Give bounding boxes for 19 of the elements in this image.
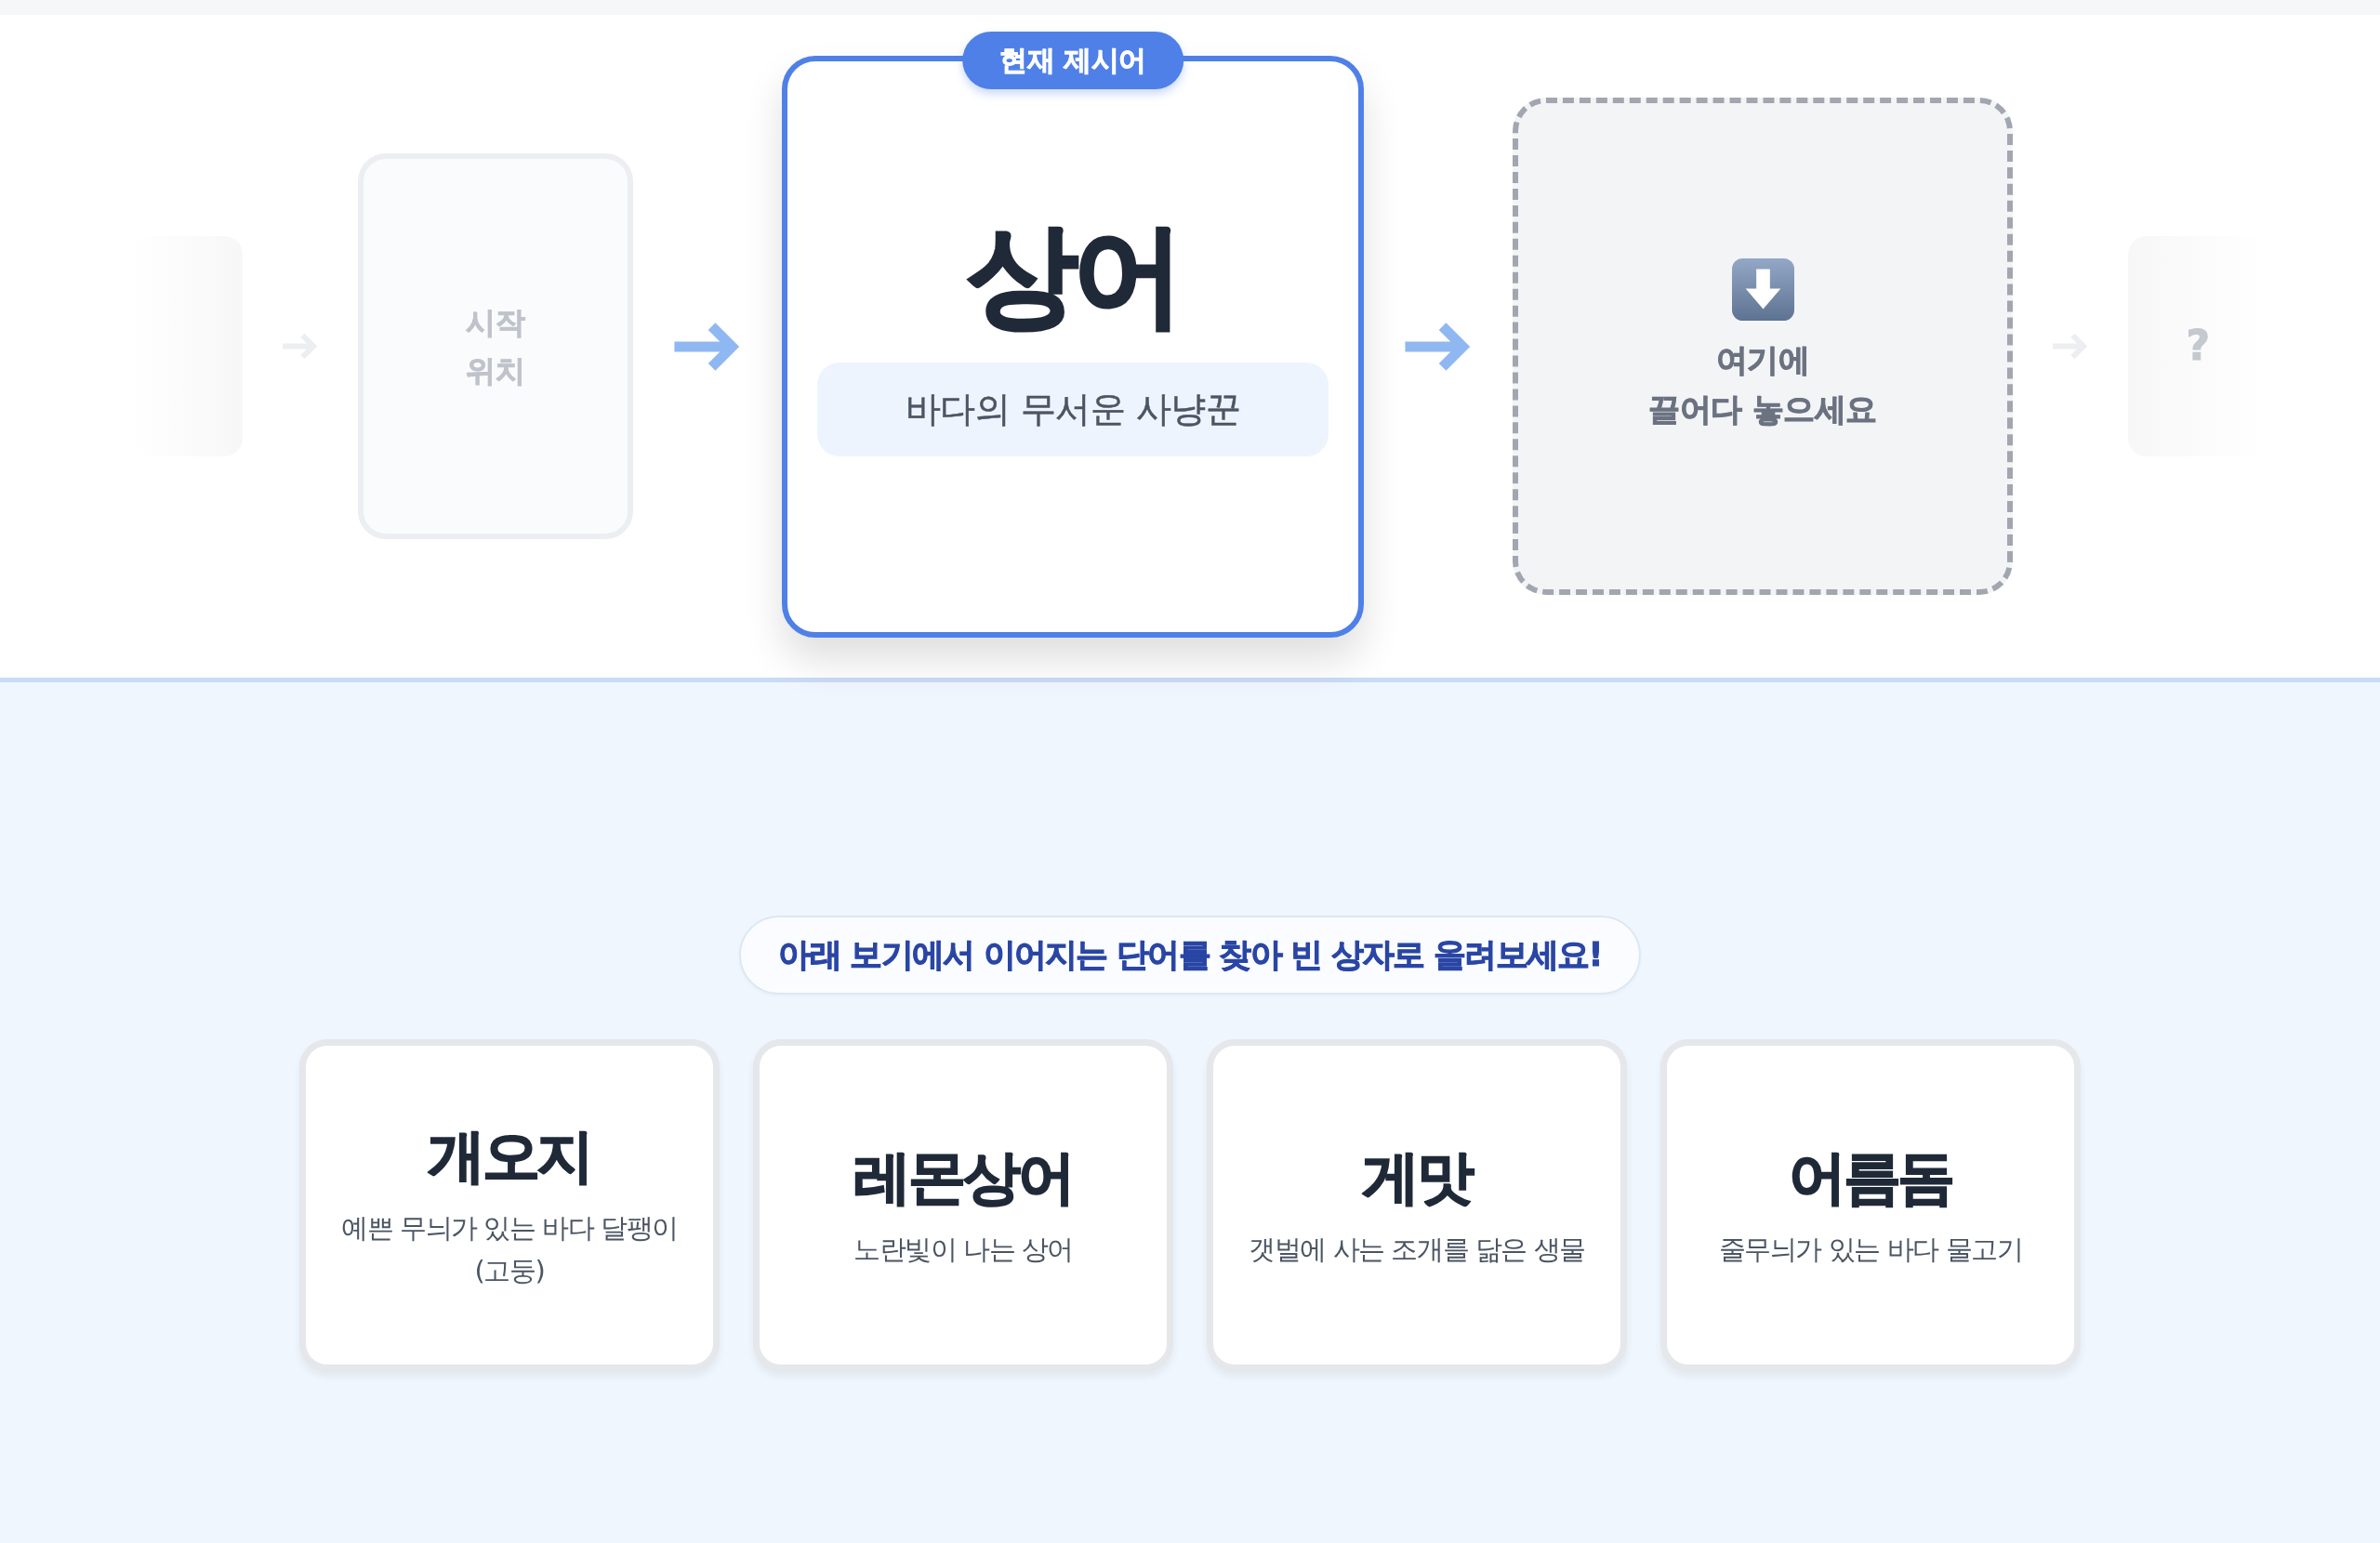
word-title: 게맛 bbox=[1362, 1141, 1472, 1213]
word-card[interactable]: 어름돔 줄무늬가 있는 바다 물고기 bbox=[1660, 1039, 2081, 1371]
word-title: 개오지 bbox=[427, 1120, 592, 1192]
question-mark: ? bbox=[2186, 322, 2210, 371]
word-card[interactable]: 레몬상어 노란빛이 나는 상어 bbox=[753, 1039, 1173, 1371]
word-card[interactable]: 게맛 갯벌에 사는 조개를 닮은 생물 bbox=[1207, 1039, 1627, 1371]
current-word: 상어 bbox=[967, 208, 1179, 341]
current-badge: 현재 제시어 bbox=[962, 31, 1183, 89]
word-hint: 바다의 무서운 사냥꾼 bbox=[817, 362, 1329, 456]
instruction-banner: 아래 보기에서 이어지는 단어를 찾아 빈 상자로 올려보세요! bbox=[739, 916, 1641, 995]
word-title: 레몬상어 bbox=[853, 1141, 1073, 1213]
word-description: 줄무늬가 있는 바다 물고기 bbox=[1718, 1232, 2023, 1267]
word-description: 예쁜 무늬가 있는 바다 달팽이 (고둥) bbox=[340, 1210, 679, 1288]
word-description: 노란빛이 나는 상어 bbox=[853, 1232, 1073, 1267]
start-label: 시작 위치 bbox=[466, 303, 525, 390]
word-card[interactable]: 개오지 예쁜 무늬가 있는 바다 달팽이 (고둥) bbox=[299, 1039, 720, 1371]
drop-label: 여기에 끌어다 놓으세요 bbox=[1648, 340, 1877, 429]
word-description: 갯벌에 사는 조개를 닮은 생물 bbox=[1249, 1232, 1585, 1267]
word-title: 어름돔 bbox=[1788, 1141, 1953, 1213]
